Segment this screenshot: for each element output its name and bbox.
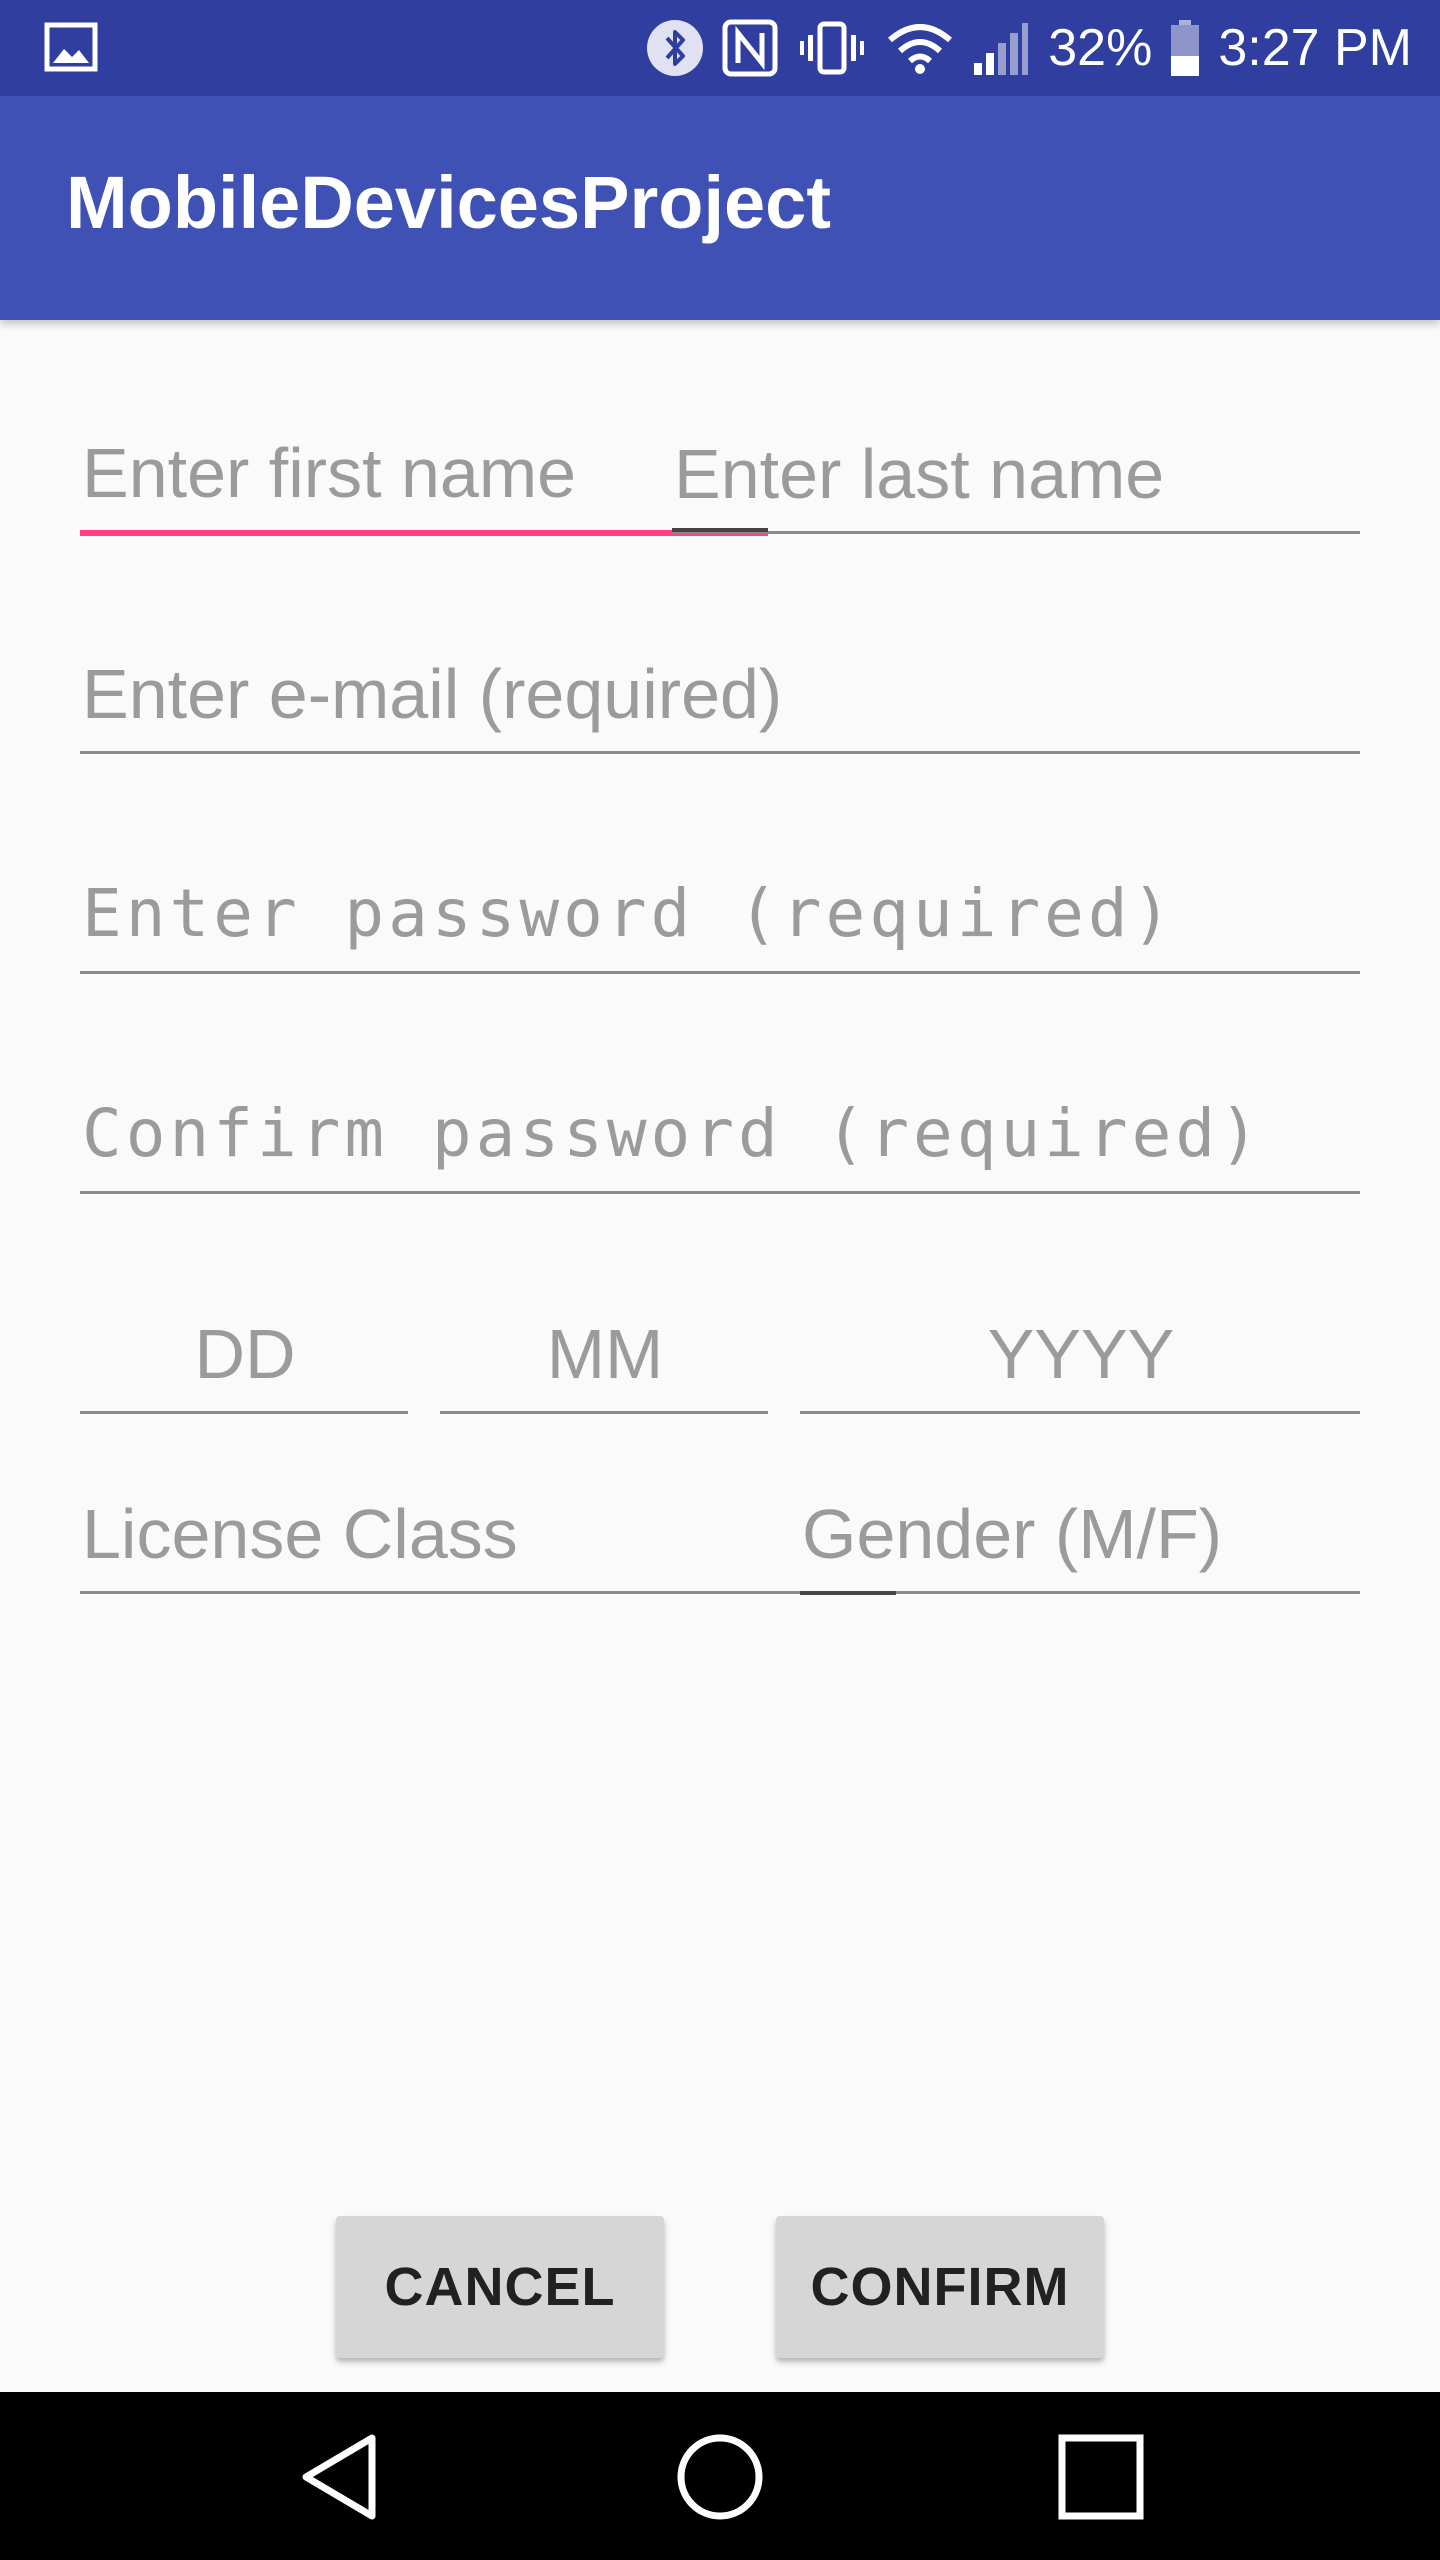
screen: 32% 3:27 PM MobileDevicesProject CANCEL … — [0, 0, 1440, 2560]
confirm-password-input[interactable] — [80, 1090, 1360, 1194]
app-bar: MobileDevicesProject — [0, 96, 1440, 320]
month-input[interactable] — [440, 1310, 768, 1414]
back-icon — [302, 2434, 376, 2520]
recents-icon — [1058, 2434, 1144, 2520]
bluetooth-icon — [646, 19, 704, 77]
status-time: 3:27 PM — [1218, 19, 1412, 77]
license-class-input[interactable] — [80, 1490, 800, 1594]
year-input[interactable] — [800, 1310, 1360, 1414]
battery-percent: 32% — [1048, 19, 1153, 77]
nfc-icon — [722, 19, 778, 77]
cancel-button[interactable]: CANCEL — [336, 2216, 664, 2358]
day-input[interactable] — [80, 1310, 408, 1414]
home-button[interactable] — [665, 2422, 775, 2532]
gender-input[interactable] — [800, 1490, 1360, 1594]
confirm-button[interactable]: CONFIRM — [776, 2216, 1104, 2358]
status-icons: 32% 3:27 PM — [646, 0, 1412, 96]
vibrate-icon — [796, 19, 868, 77]
first-name-input[interactable] — [80, 430, 768, 536]
last-name-input[interactable] — [672, 430, 1360, 534]
home-icon — [677, 2434, 763, 2520]
gender-focus-mark — [800, 1591, 896, 1595]
nav-bar — [0, 2392, 1440, 2560]
app-title: MobileDevicesProject — [66, 161, 831, 244]
status-bar: 32% 3:27 PM — [0, 0, 1440, 96]
signal-icon — [972, 19, 1030, 77]
wifi-icon — [886, 20, 954, 76]
password-input[interactable] — [80, 870, 1360, 974]
gallery-icon — [44, 22, 98, 72]
recents-button[interactable] — [1046, 2422, 1156, 2532]
battery-icon — [1170, 19, 1200, 77]
last-name-focus-mark — [672, 528, 768, 532]
back-button[interactable] — [286, 2422, 396, 2532]
email-input[interactable] — [80, 650, 1360, 754]
